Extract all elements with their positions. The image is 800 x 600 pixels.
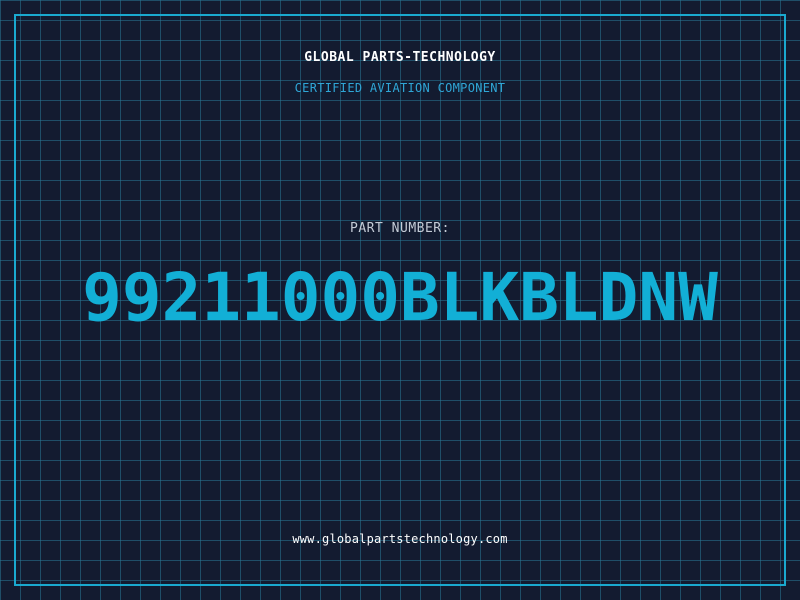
- part-number-value: 99211000BLKBLDNW: [82, 259, 718, 336]
- company-name: GLOBAL PARTS-TECHNOLOGY: [304, 50, 496, 65]
- certificate-card: GLOBAL PARTS-TECHNOLOGY CERTIFIED AVIATI…: [0, 0, 800, 600]
- part-number-label: PART NUMBER:: [350, 221, 450, 236]
- website-url: www.globalpartstechnology.com: [292, 532, 508, 546]
- certification-subtitle: CERTIFIED AVIATION COMPONENT: [294, 81, 506, 95]
